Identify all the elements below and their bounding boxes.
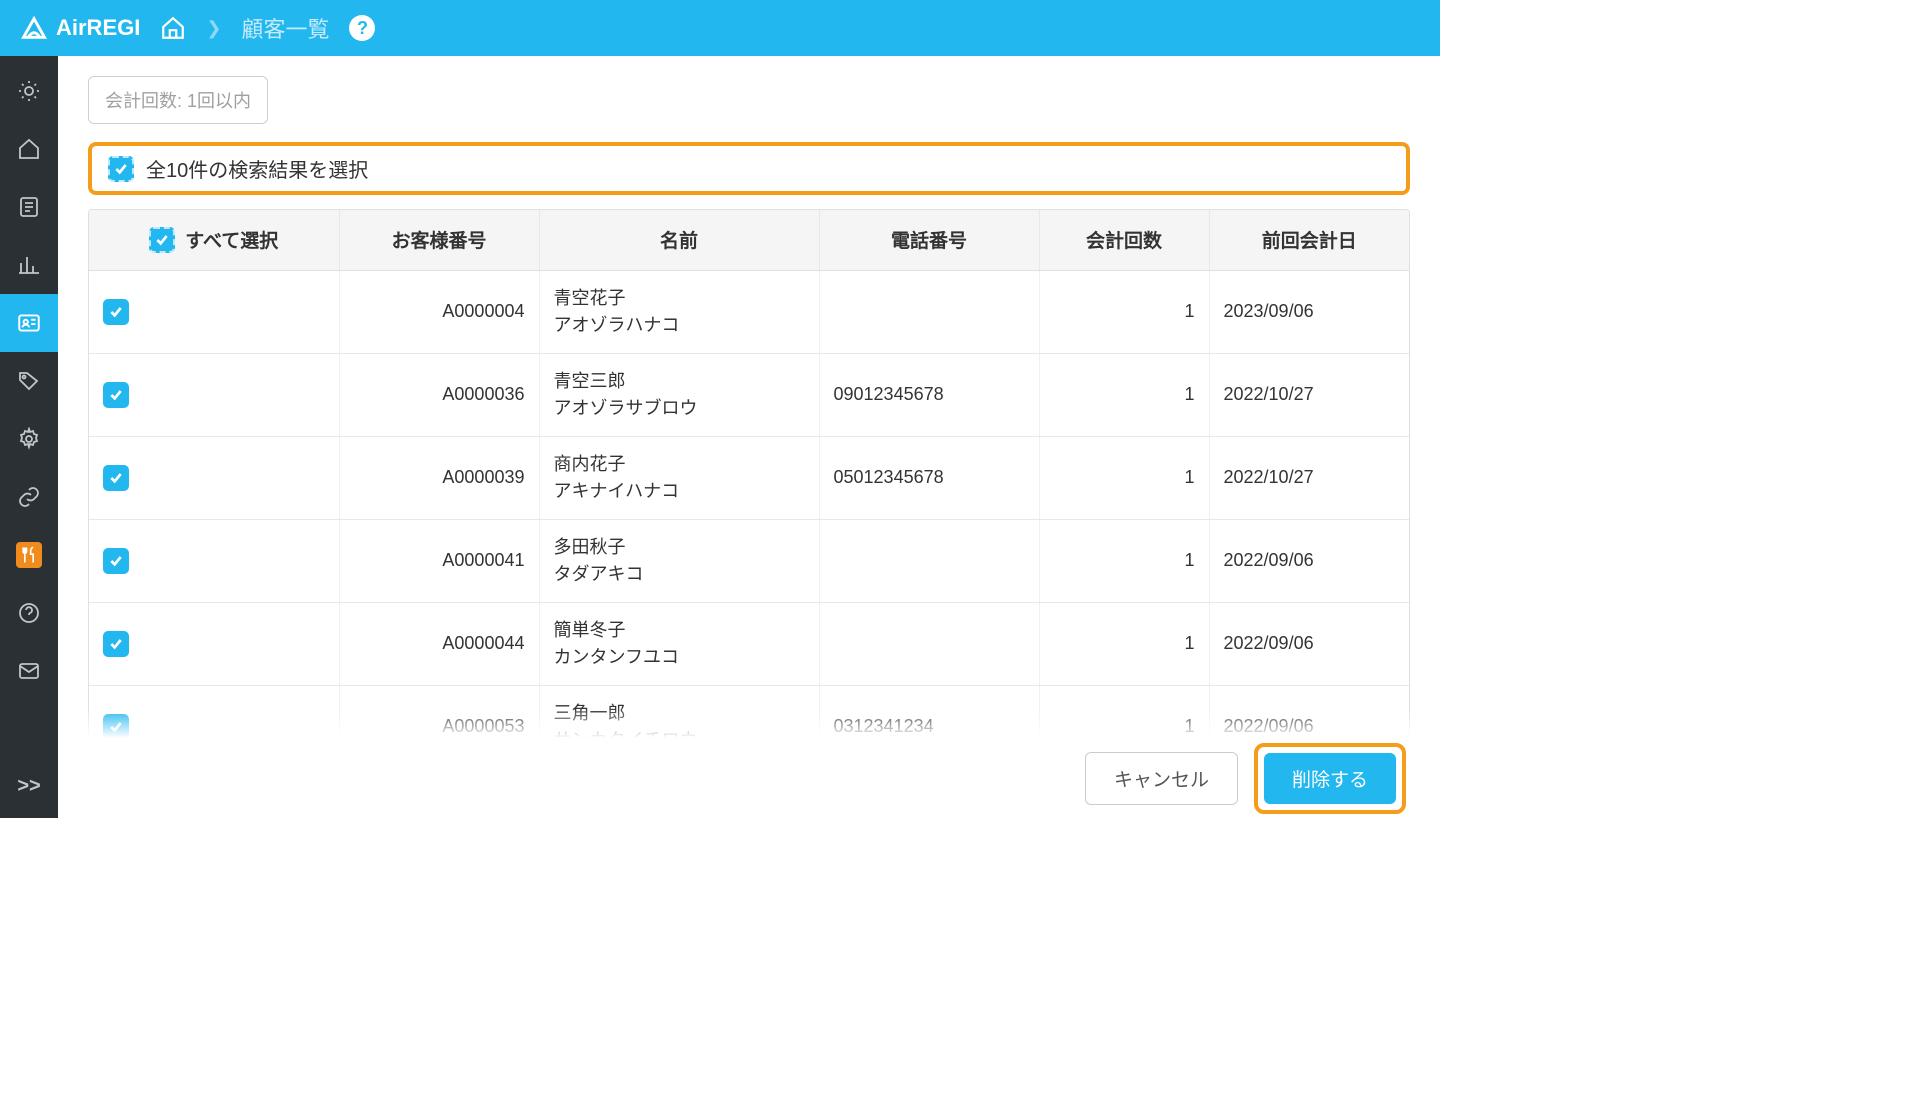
cell-phone [819, 602, 1039, 685]
breadcrumb-chevron-icon: ❯ [206, 18, 221, 39]
home-icon[interactable] [160, 15, 186, 41]
cell-count: 1 [1039, 436, 1209, 519]
sidebar-item-customers[interactable] [0, 294, 58, 352]
cell-name: 簡単冬子カンタンフユコ [539, 602, 819, 685]
header-date: 前回会計日 [1209, 210, 1409, 270]
customers-table-wrap: すべて選択 お客様番号 名前 電話番号 会計回数 前回会計日 A0000004 … [88, 209, 1410, 818]
sidebar-item-restaurant[interactable] [14, 540, 44, 570]
cell-name: 青空花子アオゾラハナコ [539, 270, 819, 353]
sidebar-item-tags[interactable] [14, 366, 44, 396]
cell-number: A0000004 [339, 270, 539, 353]
sidebar-item-link[interactable] [14, 482, 44, 512]
cell-phone [819, 519, 1039, 602]
table-row[interactable]: A0000044 簡単冬子カンタンフユコ 1 2022/09/06 [89, 602, 1409, 685]
cell-count: 1 [1039, 519, 1209, 602]
row-checkbox[interactable] [103, 382, 129, 408]
cell-name: 商内花子アキナイハナコ [539, 436, 819, 519]
breadcrumb-page: 顧客一覧 [241, 12, 329, 44]
cell-count: 1 [1039, 602, 1209, 685]
table-row[interactable]: A0000041 多田秋子タダアキコ 1 2022/09/06 [89, 519, 1409, 602]
brand-text: AirREGI [56, 15, 140, 41]
action-footer: キャンセル 削除する [88, 738, 1410, 818]
cell-number: A0000036 [339, 353, 539, 436]
cell-phone: 09012345678 [819, 353, 1039, 436]
cell-date: 2022/09/06 [1209, 602, 1409, 685]
row-checkbox[interactable] [103, 548, 129, 574]
cancel-button[interactable]: キャンセル [1085, 752, 1238, 805]
header-select-all: すべて選択 [185, 226, 278, 253]
sidebar-item-analytics[interactable] [14, 250, 44, 280]
help-icon[interactable]: ? [349, 15, 375, 41]
cell-date: 2022/10/27 [1209, 353, 1409, 436]
row-checkbox[interactable] [103, 631, 129, 657]
sidebar-item-help[interactable] [14, 598, 44, 628]
table-row[interactable]: A0000004 青空花子アオゾラハナコ 1 2023/09/06 [89, 270, 1409, 353]
header-phone: 電話番号 [819, 210, 1039, 270]
cell-count: 1 [1039, 270, 1209, 353]
sidebar-item-mail[interactable] [14, 656, 44, 686]
sidebar-item-home[interactable] [14, 134, 44, 164]
select-all-results-checkbox[interactable] [108, 156, 134, 182]
cell-phone [819, 270, 1039, 353]
select-all-results: 全10件の検索結果を選択 [88, 142, 1410, 195]
main-content: 会計回数: 1回以内 全10件の検索結果を選択 すべて選択 [58, 56, 1440, 818]
cell-date: 2022/09/06 [1209, 519, 1409, 602]
row-checkbox[interactable] [103, 714, 129, 740]
customers-table: すべて選択 お客様番号 名前 電話番号 会計回数 前回会計日 A0000004 … [89, 210, 1409, 818]
cell-count: 1 [1039, 353, 1209, 436]
header-name: 名前 [539, 210, 819, 270]
table-row[interactable]: A0000039 商内花子アキナイハナコ 05012345678 1 2022/… [89, 436, 1409, 519]
table-row[interactable]: A0000036 青空三郎アオゾラサブロウ 09012345678 1 2022… [89, 353, 1409, 436]
table-select-all-checkbox[interactable] [149, 227, 175, 253]
app-header: AirREGI ❯ 顧客一覧 ? [0, 0, 1440, 56]
sidebar-expand-icon[interactable]: >> [17, 775, 40, 798]
sidebar: >> [0, 56, 58, 818]
cell-date: 2022/10/27 [1209, 436, 1409, 519]
header-count: 会計回数 [1039, 210, 1209, 270]
cell-name: 多田秋子タダアキコ [539, 519, 819, 602]
header-number: お客様番号 [339, 210, 539, 270]
delete-button[interactable]: 削除する [1264, 753, 1396, 804]
cell-phone: 05012345678 [819, 436, 1039, 519]
logo-icon [20, 14, 48, 42]
cell-number: A0000044 [339, 602, 539, 685]
sidebar-item-notes[interactable] [14, 192, 44, 222]
app-logo: AirREGI [20, 14, 140, 42]
row-checkbox[interactable] [103, 465, 129, 491]
sidebar-item-brightness[interactable] [14, 76, 44, 106]
sidebar-item-settings[interactable] [14, 424, 44, 454]
cell-date: 2023/09/06 [1209, 270, 1409, 353]
filter-chip[interactable]: 会計回数: 1回以内 [88, 76, 268, 124]
row-checkbox[interactable] [103, 299, 129, 325]
cell-number: A0000041 [339, 519, 539, 602]
cell-number: A0000039 [339, 436, 539, 519]
cell-name: 青空三郎アオゾラサブロウ [539, 353, 819, 436]
select-all-results-label: 全10件の検索結果を選択 [146, 154, 368, 183]
